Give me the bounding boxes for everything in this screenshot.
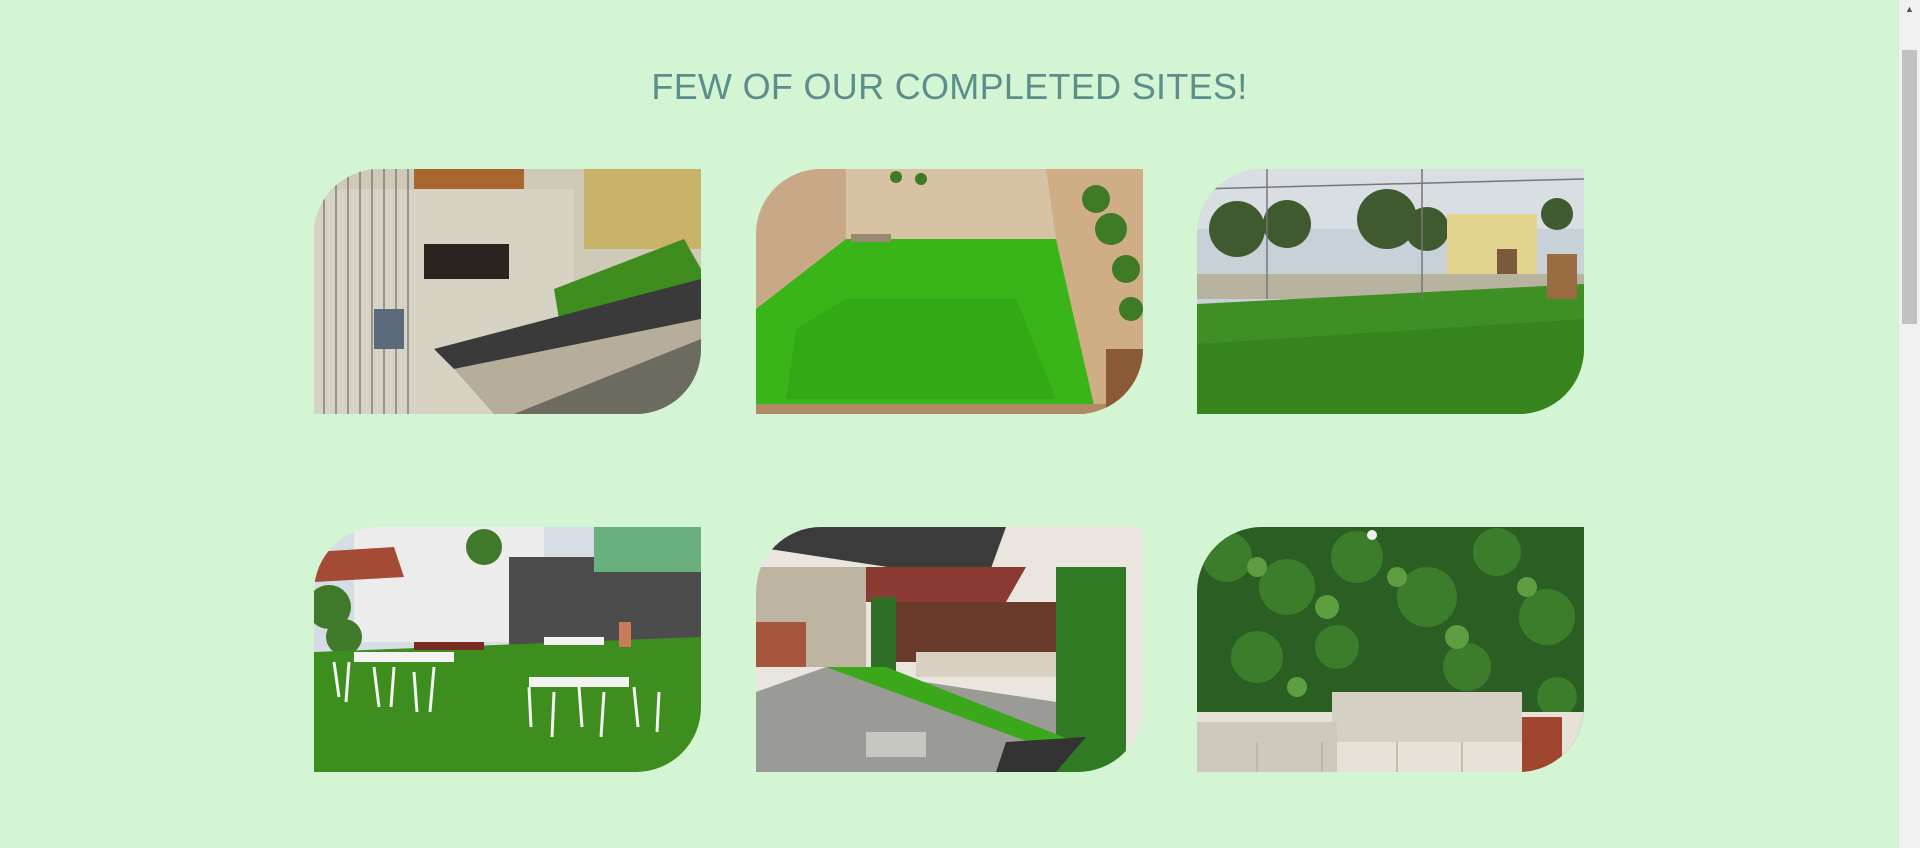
site-photo-rooftop-lawn: [1197, 169, 1584, 414]
gallery-card-3[interactable]: [1197, 169, 1584, 414]
site-photo-patio-lawn: [756, 527, 1143, 772]
site-photo-garden-seating: [314, 527, 701, 772]
site-photo-backyard-lawn: [756, 169, 1143, 414]
site-photo-terrace-lawn: [314, 169, 701, 414]
page: FEW OF OUR COMPLETED SITES!: [0, 0, 1899, 848]
gallery-card-6[interactable]: [1197, 527, 1584, 772]
chevron-up-icon[interactable]: ▲: [1899, 0, 1920, 17]
scrollbar-thumb[interactable]: [1902, 50, 1917, 324]
site-photo-green-wall: [1197, 527, 1584, 772]
gallery-card-5[interactable]: [756, 527, 1143, 772]
section-title: FEW OF OUR COMPLETED SITES!: [651, 66, 1248, 107]
gallery-card-2[interactable]: [756, 169, 1143, 414]
gallery-card-4[interactable]: [314, 527, 701, 772]
vertical-scrollbar[interactable]: ▲: [1898, 0, 1920, 848]
gallery-card-1[interactable]: [314, 169, 701, 414]
